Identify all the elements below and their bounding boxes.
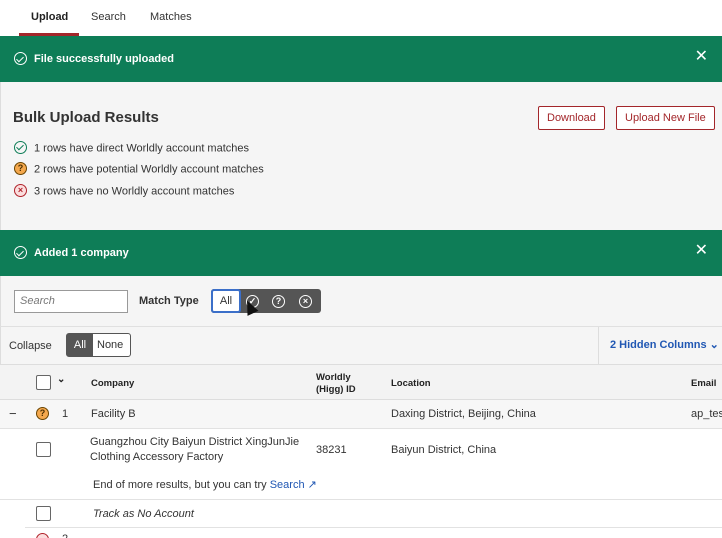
upload-new-file-button[interactable]: Upload New File xyxy=(616,106,715,130)
filter-bar: Search Match Type All ✓ ? × xyxy=(0,276,722,326)
worldly-id: 38231 xyxy=(316,444,347,456)
close-icon[interactable]: ✕ xyxy=(695,243,708,259)
stat-potential-matches: ? 2 rows have potential Worldly account m… xyxy=(14,162,264,176)
tab-search[interactable]: Search xyxy=(91,11,126,23)
question-circle-icon: ? xyxy=(14,162,27,175)
question-circle-icon: ? xyxy=(36,407,49,420)
upload-success-banner: File successfully uploaded ✕ xyxy=(0,36,722,82)
location: Daxing District, Beijing, China xyxy=(391,408,536,420)
table-row: 2 xyxy=(0,528,722,538)
match-type-all-button[interactable]: All xyxy=(211,289,241,313)
column-header-location[interactable]: Location xyxy=(391,378,431,389)
end-results-message: End of more results, but you can try Sea… xyxy=(93,479,317,491)
stat-no-matches: × 3 rows have no Worldly account matches xyxy=(14,184,234,198)
close-icon[interactable]: ✕ xyxy=(695,49,708,65)
collapse-row-toggle[interactable]: − xyxy=(9,406,17,421)
table-header: ⌄ Company Worldly (Higg) ID Location Ema… xyxy=(0,364,722,400)
bulk-upload-results: Bulk Upload Results Download Upload New … xyxy=(0,82,722,230)
match-company-name: Guangzhou City Baiyun District XingJunJi… xyxy=(90,436,300,448)
row-number: 1 xyxy=(62,408,69,420)
chevron-down-icon[interactable]: ⌄ xyxy=(57,374,65,385)
row-checkbox[interactable] xyxy=(36,442,51,457)
row-number: 2 xyxy=(62,533,68,538)
stat-direct-matches: 1 rows have direct Worldly account match… xyxy=(14,141,249,155)
column-header-company[interactable]: Company xyxy=(91,378,134,389)
tab-bar: Upload Search Matches xyxy=(0,0,722,36)
tab-matches[interactable]: Matches xyxy=(150,11,192,23)
collapse-bar: Collapse All None 2 Hidden Columns ⌄ xyxy=(0,326,722,365)
match-type-label: Match Type xyxy=(139,295,199,307)
check-circle-icon xyxy=(14,246,27,259)
search-input[interactable]: Search xyxy=(14,290,128,313)
x-circle-icon xyxy=(36,533,49,538)
column-header-email[interactable]: Email xyxy=(691,378,716,389)
table-row: Guangzhou City Baiyun District XingJunJi… xyxy=(0,429,722,500)
no-account-checkbox[interactable] xyxy=(36,506,51,521)
check-circle-icon xyxy=(14,141,27,154)
download-button[interactable]: Download xyxy=(538,106,605,130)
hidden-columns-button[interactable]: 2 Hidden Columns ⌄ xyxy=(598,327,722,365)
banner-message: File successfully uploaded xyxy=(34,53,174,65)
banner-message: Added 1 company xyxy=(34,247,129,259)
table-row: − ? 1 Facility B Daxing District, Beijin… xyxy=(0,400,722,429)
match-company-name-line2: Clothing Accessory Factory xyxy=(90,451,224,463)
table-row: Track as No Account xyxy=(25,500,722,528)
added-company-banner: Added 1 company ✕ xyxy=(0,230,722,276)
x-circle-icon[interactable]: × xyxy=(299,295,312,308)
collapse-none-button[interactable]: None xyxy=(97,334,123,356)
match-type-filter: All ✓ ? × xyxy=(211,289,321,313)
search-link[interactable]: Search ↗ xyxy=(270,479,317,491)
track-no-account-label: Track as No Account xyxy=(93,508,194,520)
column-header-worldly-id-sub: (Higg) ID xyxy=(316,384,356,395)
tab-upload[interactable]: Upload xyxy=(31,11,68,23)
check-circle-icon xyxy=(14,52,27,65)
match-location: Baiyun District, China xyxy=(391,444,497,456)
results-title: Bulk Upload Results xyxy=(13,109,159,126)
collapse-all-button[interactable]: All xyxy=(67,334,93,356)
select-all-checkbox[interactable] xyxy=(36,375,51,390)
collapse-label: Collapse xyxy=(9,340,52,352)
company-name: Facility B xyxy=(91,408,136,420)
x-circle-icon: × xyxy=(14,184,27,197)
collapse-toggle: All None xyxy=(66,333,131,357)
question-circle-icon[interactable]: ? xyxy=(272,295,285,308)
column-header-worldly-id[interactable]: Worldly xyxy=(316,372,351,383)
email: ap_tes xyxy=(691,408,722,420)
